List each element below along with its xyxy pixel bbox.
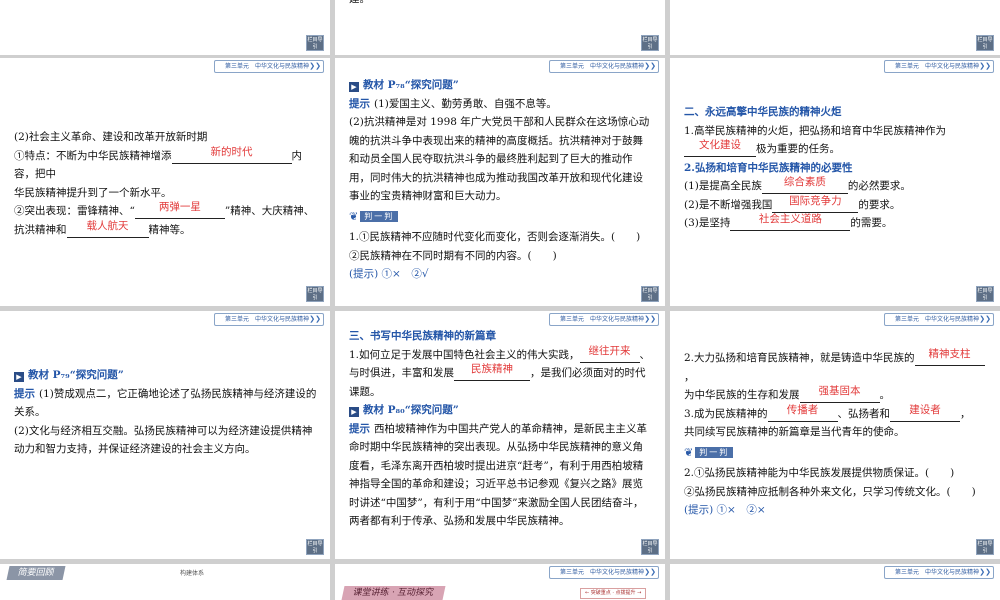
answer-blank: 国际竞争力 xyxy=(772,195,859,213)
leaf-icon: ❦ xyxy=(349,209,359,223)
answer-blank: 新的时代 xyxy=(171,146,292,164)
unit-title: 第三单元 中华文化与民族精神 xyxy=(224,63,309,70)
chevron-icon: ❯❯ xyxy=(309,62,321,70)
section-heading: 二、永远高擎中华民族的精神火炬 xyxy=(684,106,842,118)
play-icon: ▶ xyxy=(349,82,359,92)
unit-bar: 第三单元 中华文化与民族精神 ❯❯ xyxy=(213,313,324,326)
answer-blank: 载人航天 xyxy=(66,220,149,238)
section-heading: (2)社会主义革命、建设和改革开放新时期 xyxy=(14,131,208,143)
section-banner: 简要回顾 xyxy=(6,566,66,580)
slide-content: 二、永远高擎中华民族的精神火炬 1.高举民族精神的火炬，把弘扬和培育中华民族精神… xyxy=(684,103,988,233)
hint-paragraph: (2)抗洪精神是对 1998 年广大党员干部和人民群众在这场惊心动魄的抗洪斗争中… xyxy=(349,116,650,202)
chevron-icon: ❯❯ xyxy=(644,315,656,323)
slide-3: 第三单元 中华文化与民族精神 ❯❯ 二、永远高擎中华民族的精神火炬 1.高举民族精… xyxy=(670,58,1000,306)
slide-top-right: 栏目导引 xyxy=(670,0,1000,55)
nav-button[interactable]: 栏目导引 xyxy=(641,35,659,51)
slide-5: 第三单元 中华文化与民族精神 ❯❯ 三、书写中华民族精神的新篇章 1.如何立足于发… xyxy=(335,311,665,559)
banner-subtitle: 构建体系 xyxy=(180,570,205,577)
answer-blank: 建设者 xyxy=(890,404,961,422)
answer-blank: 综合素质 xyxy=(761,176,848,194)
nav-button[interactable]: 栏目导引 xyxy=(641,539,659,555)
slide-1: 第三单元 中华文化与民族精神 ❯❯ (2)社会主义革命、建设和改革开放新时期 ①特… xyxy=(0,58,330,306)
slide-content: ▶ 教材 P₇₈“探究问题” 提示 (1)爱国主义、勤劳勇敢、自强不息等。 (2)抗… xyxy=(349,76,653,284)
judge-question: ②弘扬民族精神应抵制各种外来文化，只学习传统文化。( ) xyxy=(684,485,976,498)
textbook-title: 教材 P₈₀“探究问题” xyxy=(363,404,459,416)
play-icon: ▶ xyxy=(349,407,359,417)
slide-4: 第三单元 中华文化与民族精神 ❯❯ ▶ 教材 P₇₉“探究问题” 提示 (1)赞成观点… xyxy=(0,311,330,559)
sub-heading: 2.弘扬和培育中华民族精神的必要性 xyxy=(684,161,853,174)
judge-answer: (提示) ①× ②× xyxy=(684,504,766,516)
focus-label: ← 突破重点 · 点拨提升 → xyxy=(580,588,647,599)
unit-bar: 第三单元 中华文化与民族精神 ❯❯ xyxy=(548,566,659,579)
slide-bottom-left: 简要回顾 构建体系 xyxy=(0,564,330,600)
slide-top-middle: 建。 栏目导引 xyxy=(335,0,665,55)
answer-blank: 两弹一星 xyxy=(134,201,225,219)
nav-button[interactable]: 栏目导引 xyxy=(641,286,659,302)
unit-bar: 第三单元 中华文化与民族精神 ❯❯ xyxy=(883,60,994,73)
answer-blank: 民族精神 xyxy=(454,363,530,381)
slide-6: 第三单元 中华文化与民族精神 ❯❯ 2.大力弘扬和培育民族精神，就是铸造中华民族的… xyxy=(670,311,1000,559)
section-banner: 课堂讲练 · 互动探究 xyxy=(341,586,446,600)
slide-content: 三、书写中华民族精神的新篇章 1.如何立足于发展中国特色社会主义的伟大实践， 继往… xyxy=(349,327,653,531)
hint-label: 提示 xyxy=(14,387,35,400)
judge-question: ②民族精神在不同时期有不同的内容。( ) xyxy=(349,249,557,262)
judge-answer: (提示) ①× ②√ xyxy=(349,268,429,280)
chevron-icon: ❯❯ xyxy=(979,315,991,323)
nav-button[interactable]: 栏目导引 xyxy=(976,35,994,51)
section-heading: 三、书写中华民族精神的新篇章 xyxy=(349,330,496,342)
slide-text: 建。 xyxy=(349,0,653,9)
textbook-title: 教材 P₇₈“探究问题” xyxy=(363,79,459,91)
chevron-icon: ❯❯ xyxy=(979,62,991,70)
slide-bottom-right: 第三单元 中华文化与民族精神 ❯❯ xyxy=(670,564,1000,600)
judge-header: ❦ 判一判 xyxy=(349,208,399,227)
judge-header: ❦ 判一判 xyxy=(684,444,734,463)
nav-button[interactable]: 栏目导引 xyxy=(306,286,324,302)
answer-blank: 社会主义道路 xyxy=(730,213,851,231)
chevron-icon: ❯❯ xyxy=(979,568,991,576)
unit-bar: 第三单元 中华文化与民族精神 ❯❯ xyxy=(213,60,324,73)
nav-button[interactable]: 栏目导引 xyxy=(976,539,994,555)
chevron-icon: ❯❯ xyxy=(309,315,321,323)
slide-content: 2.大力弘扬和培育民族精神，就是铸造中华民族的 精神支柱， 为中华民族的生存和发展… xyxy=(684,348,988,520)
chevron-icon: ❯❯ xyxy=(644,568,656,576)
unit-bar: 第三单元 中华文化与民族精神 ❯❯ xyxy=(548,313,659,326)
nav-button[interactable]: 栏目导引 xyxy=(976,286,994,302)
slide-2: 第三单元 中华文化与民族精神 ❯❯ ▶ 教材 P₇₈“探究问题” 提示 (1)爱国主义… xyxy=(335,58,665,306)
unit-bar: 第三单元 中华文化与民族精神 ❯❯ xyxy=(883,566,994,579)
slide-bottom-middle: 第三单元 中华文化与民族精神 ❯❯ 课堂讲练 · 互动探究 ← 突破重点 · 点拨… xyxy=(335,564,665,600)
textbook-title: 教材 P₇₉“探究问题” xyxy=(28,369,124,381)
answer-blank: 文化建设 xyxy=(684,139,756,157)
nav-button[interactable]: 栏目导引 xyxy=(306,539,324,555)
answer-blank: 继往开来 xyxy=(579,345,640,363)
nav-button[interactable]: 栏目导引 xyxy=(306,35,324,51)
slide-content: ▶ 教材 P₇₉“探究问题” 提示 (1)赞成观点二，它正确地论述了弘扬民族精神与经… xyxy=(14,366,318,459)
unit-bar: 第三单元 中华文化与民族精神 ❯❯ xyxy=(883,313,994,326)
chevron-icon: ❯❯ xyxy=(644,62,656,70)
hint-label: 提示 xyxy=(349,422,370,435)
slide-top-left: 栏目导引 xyxy=(0,0,330,55)
leaf-icon: ❦ xyxy=(684,445,694,459)
answer-blank: 强基固本 xyxy=(799,385,880,403)
play-icon: ▶ xyxy=(14,372,24,382)
unit-bar: 第三单元 中华文化与民族精神 ❯❯ xyxy=(548,60,659,73)
answer-blank: 精神支柱 xyxy=(914,348,985,366)
judge-question: 1.①民族精神不应随时代变化而变化，否则会逐渐消失。( ) xyxy=(349,231,641,243)
hint-paragraph: (2)文化与经济相互交融。弘扬民族精神可以为经济建设提供精神动力和智力支持，并保… xyxy=(14,424,313,456)
slide-content: (2)社会主义革命、建设和改革开放新时期 ①特点：不断为中华民族精神增添 新的时代… xyxy=(14,128,318,239)
judge-question: 2.①弘扬民族精神能为中华民族发展提供物质保证。( ) xyxy=(684,467,955,479)
hint-label: 提示 xyxy=(349,97,370,110)
answer-blank: 传播者 xyxy=(767,404,838,422)
